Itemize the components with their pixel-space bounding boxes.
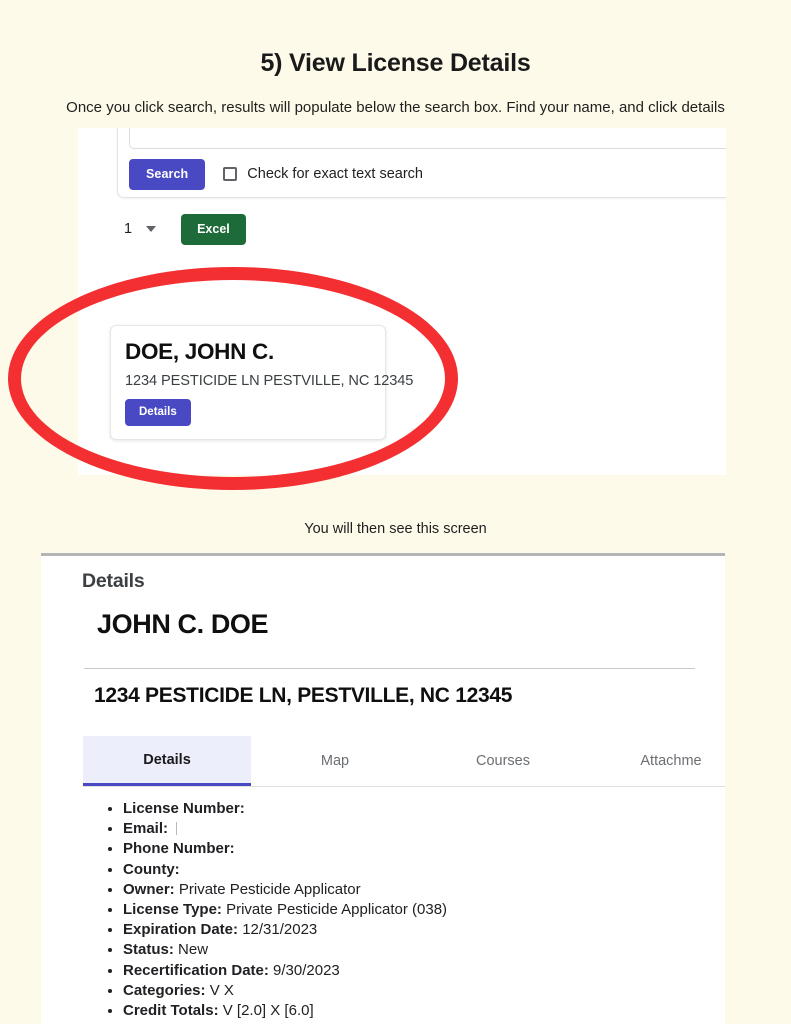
tab-courses[interactable]: Courses bbox=[419, 736, 587, 786]
tab-map[interactable]: Map bbox=[251, 736, 419, 786]
exact-text-label: Check for exact text search bbox=[247, 166, 423, 183]
field-label: Owner: bbox=[123, 880, 175, 898]
search-card: Search Check for exact text search bbox=[117, 128, 726, 198]
list-item: Phone Number: bbox=[123, 839, 447, 859]
result-name: DOE, JOHN C. bbox=[125, 339, 274, 364]
result-details-button[interactable]: Details bbox=[125, 398, 191, 427]
page-number: 1 bbox=[124, 221, 133, 238]
result-address: 1234 PESTICIDE LN PESTVILLE, NC 12345 bbox=[125, 372, 414, 389]
list-item: Email: bbox=[123, 819, 447, 839]
license-fields-list: License Number: Email: Phone Number: Cou… bbox=[101, 799, 447, 1021]
field-label: Expiration Date: bbox=[123, 921, 239, 939]
search-results-screenshot: Search Check for exact text search 1 Exc… bbox=[78, 128, 726, 475]
mid-caption: You will then see this screen bbox=[304, 521, 487, 537]
tab-details[interactable]: Details bbox=[83, 736, 251, 786]
details-tabs: Details Map Courses Attachme bbox=[83, 736, 725, 787]
field-label: County: bbox=[123, 860, 180, 878]
list-item: County: bbox=[123, 860, 447, 880]
exact-text-checkbox[interactable] bbox=[223, 167, 238, 182]
field-value: V [2.0] X [6.0] bbox=[222, 1002, 314, 1020]
chevron-down-icon[interactable] bbox=[146, 226, 157, 233]
field-label: Phone Number: bbox=[123, 840, 235, 858]
field-label: License Number: bbox=[123, 800, 245, 817]
list-item: Recertification Date: 9/30/2023 bbox=[123, 961, 447, 981]
license-holder-address: 1234 PESTICIDE LN, PESTVILLE, NC 12345 bbox=[94, 684, 513, 707]
field-value: New bbox=[178, 941, 209, 959]
list-item: Owner: Private Pesticide Applicator bbox=[123, 880, 447, 900]
field-label: Status: bbox=[123, 941, 174, 959]
search-controls-row: Search Check for exact text search bbox=[129, 159, 423, 190]
search-button[interactable]: Search bbox=[129, 159, 206, 190]
list-item: Credit Totals: V [2.0] X [6.0] bbox=[123, 1001, 447, 1021]
tab-attachments[interactable]: Attachme bbox=[587, 736, 725, 786]
list-item: Status: New bbox=[123, 940, 447, 960]
search-result-card: DOE, JOHN C. 1234 PESTICIDE LN PESTVILLE… bbox=[110, 325, 414, 441]
list-item: License Type: Private Pesticide Applicat… bbox=[123, 900, 447, 920]
field-label: Email: bbox=[123, 820, 169, 838]
license-details-screenshot: Details JOHN C. DOE 1234 PESTICIDE LN, P… bbox=[41, 553, 725, 1024]
search-input[interactable] bbox=[129, 128, 726, 149]
list-item: License Number: bbox=[123, 799, 447, 819]
field-value: Private Pesticide Applicator bbox=[178, 880, 361, 898]
field-value: Private Pesticide Applicator (038) bbox=[226, 901, 448, 919]
text-cursor-icon bbox=[176, 822, 178, 836]
field-value: 12/31/2023 bbox=[242, 921, 318, 939]
field-value: V X bbox=[209, 981, 234, 999]
field-label: Recertification Date: bbox=[123, 961, 269, 979]
list-item: Categories: V X bbox=[123, 981, 447, 1001]
details-kicker: Details bbox=[82, 570, 145, 592]
field-value: 9/30/2023 bbox=[273, 961, 340, 979]
license-holder-name: JOHN C. DOE bbox=[97, 609, 269, 639]
divider bbox=[84, 668, 695, 669]
list-item: Expiration Date: 12/31/2023 bbox=[123, 920, 447, 940]
field-label: License Type: bbox=[123, 901, 222, 919]
page-subtitle: Once you click search, results will popu… bbox=[66, 98, 725, 116]
field-label: Credit Totals: bbox=[123, 1002, 219, 1020]
page-title: 5) View License Details bbox=[260, 49, 531, 77]
excel-export-button[interactable]: Excel bbox=[181, 214, 246, 245]
field-label: Categories: bbox=[123, 981, 206, 999]
pager-row: 1 Excel bbox=[117, 214, 246, 245]
